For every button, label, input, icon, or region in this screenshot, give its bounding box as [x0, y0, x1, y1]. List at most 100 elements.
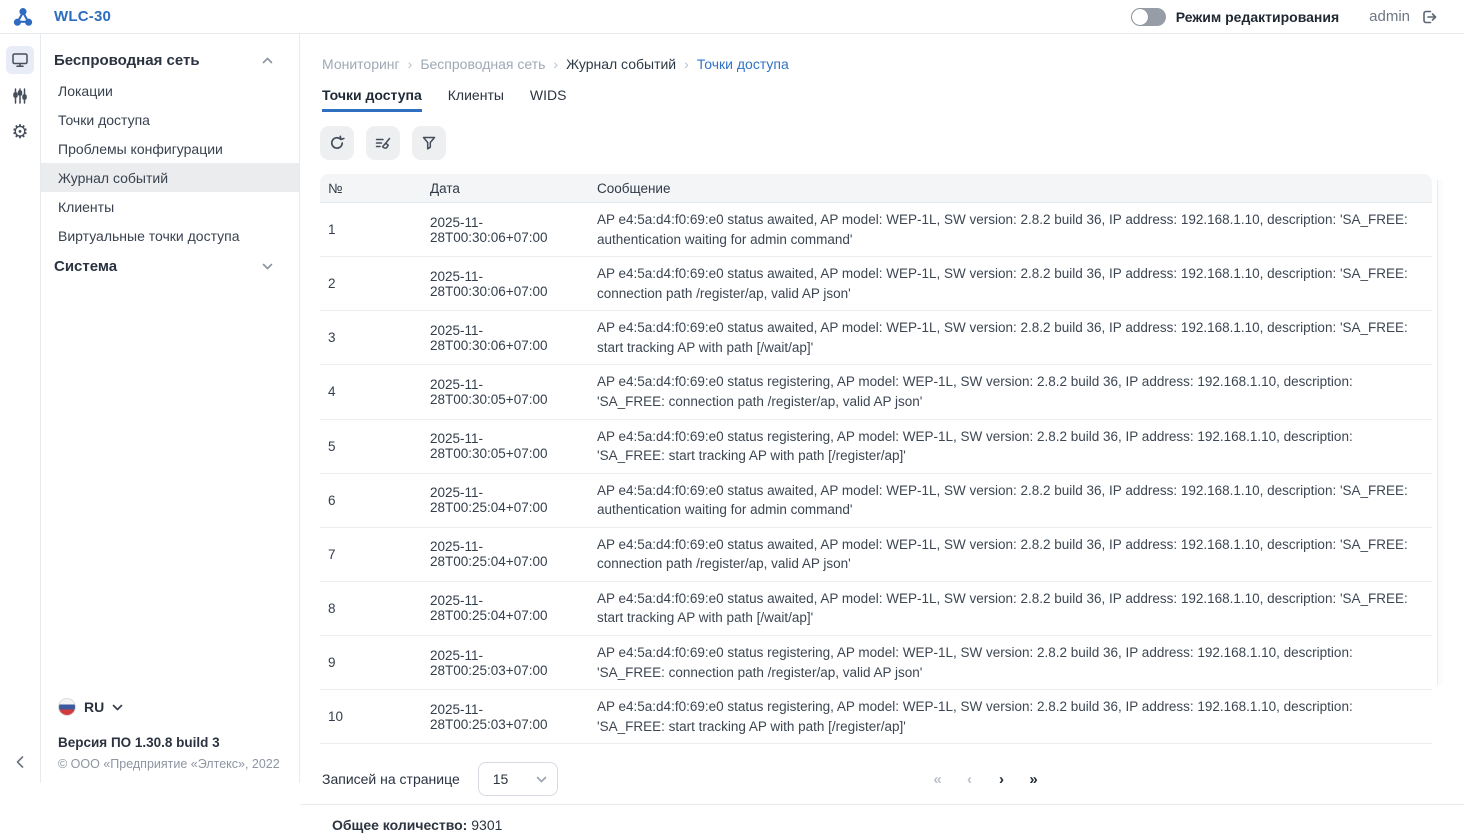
page-size-label: Записей на странице	[322, 771, 460, 787]
breadcrumb-separator: ›	[553, 56, 558, 72]
sidebar-item-label: Точки доступа	[58, 112, 150, 128]
cell-date: 2025-11-28T00:25:03+07:00	[430, 648, 597, 678]
toggle-knob	[1132, 9, 1148, 25]
cell-number: 7	[320, 547, 430, 562]
sidebar-item-clients[interactable]: Клиенты	[41, 192, 299, 221]
total-count-value: 9301	[471, 817, 502, 833]
sidebar-item-event-log[interactable]: Журнал событий	[41, 163, 299, 192]
cell-message: AP e4:5a:d4:f0:69:e0 status registering,…	[597, 420, 1432, 473]
next-page-button[interactable]: ›	[992, 771, 1011, 788]
sidebar-item-label: Локации	[58, 83, 113, 99]
cell-number: 6	[320, 493, 430, 508]
chevron-down-icon	[112, 704, 123, 711]
table-row: 8 2025-11-28T00:25:04+07:00 AP e4:5a:d4:…	[320, 582, 1432, 636]
language-code: RU	[84, 699, 104, 715]
total-count-bar: Общее количество: 9301	[300, 804, 1464, 833]
table-row: 1 2025-11-28T00:30:06+07:00 AP e4:5a:d4:…	[320, 203, 1432, 257]
collapse-sidebar-icon[interactable]	[0, 755, 40, 769]
breadcrumb: Мониторинг › Беспроводная сеть › Журнал …	[322, 56, 1464, 72]
tab-clients[interactable]: Клиенты	[448, 87, 504, 112]
sidebar-item-label: Журнал событий	[58, 170, 168, 186]
breadcrumb-monitoring[interactable]: Мониторинг	[322, 56, 400, 72]
cell-message: AP e4:5a:d4:f0:69:e0 status awaited, AP …	[597, 257, 1432, 310]
table-row: 3 2025-11-28T00:30:06+07:00 AP e4:5a:d4:…	[320, 311, 1432, 365]
cell-message: AP e4:5a:d4:f0:69:e0 status registering,…	[597, 365, 1432, 418]
tab-bar: Точки доступа Клиенты WIDS	[322, 87, 1464, 112]
header-right-group: Режим редактирования admin	[1131, 7, 1464, 27]
language-selector[interactable]: RU	[58, 698, 289, 716]
settings-sliders-icon[interactable]	[6, 82, 34, 110]
cell-message: AP e4:5a:d4:f0:69:e0 status awaited, AP …	[597, 582, 1432, 635]
sidebar-item-locations[interactable]: Локации	[41, 76, 299, 105]
table-row: 9 2025-11-28T00:25:03+07:00 AP e4:5a:d4:…	[320, 636, 1432, 690]
cell-date: 2025-11-28T00:25:04+07:00	[430, 485, 597, 515]
breadcrumb-separator: ›	[408, 56, 413, 72]
sidebar: Беспроводная сеть Локации Точки доступа …	[41, 34, 300, 783]
page-size-select[interactable]: 15	[478, 762, 558, 796]
sidebar-section-wireless[interactable]: Беспроводная сеть	[41, 44, 299, 76]
cell-date: 2025-11-28T00:30:06+07:00	[430, 269, 597, 299]
sidebar-section-label: Система	[54, 258, 117, 275]
cell-number: 4	[320, 384, 430, 399]
sidebar-section-label: Беспроводная сеть	[54, 52, 200, 69]
copyright: © ООО «Предприятие «Элтекс», 2022	[58, 757, 289, 771]
cell-message: AP e4:5a:d4:f0:69:e0 status awaited, AP …	[597, 311, 1432, 364]
cell-number: 10	[320, 709, 430, 724]
chevron-down-icon	[262, 263, 273, 270]
sidebar-item-label: Проблемы конфигурации	[58, 141, 223, 157]
cell-number: 2	[320, 276, 430, 291]
breadcrumb-wireless[interactable]: Беспроводная сеть	[420, 56, 545, 72]
table-row: 6 2025-11-28T00:25:04+07:00 AP e4:5a:d4:…	[320, 474, 1432, 528]
pagination-bar: Записей на странице 15 « ‹ › »	[300, 762, 1464, 796]
table-row: 7 2025-11-28T00:25:04+07:00 AP e4:5a:d4:…	[320, 528, 1432, 582]
filter-button[interactable]	[412, 126, 446, 160]
page-size-value: 15	[493, 771, 536, 787]
sidebar-section-system[interactable]: Система	[41, 250, 299, 282]
cell-date: 2025-11-28T00:30:05+07:00	[430, 377, 597, 407]
table-row: 10 2025-11-28T00:25:03+07:00 AP e4:5a:d4…	[320, 690, 1432, 744]
app-title: WLC-30	[54, 8, 111, 25]
monitoring-icon[interactable]	[6, 46, 34, 74]
cell-message: AP e4:5a:d4:f0:69:e0 status registering,…	[597, 636, 1432, 689]
wlc-app-window: WLC-30 Режим редактирования admin	[0, 0, 1464, 783]
logout-icon[interactable]	[1419, 7, 1439, 27]
gear-icon[interactable]: ⚙	[6, 118, 34, 146]
table-scrollbar[interactable]	[1437, 180, 1443, 685]
sidebar-item-label: Клиенты	[58, 199, 114, 215]
tab-wids[interactable]: WIDS	[530, 87, 567, 112]
breadcrumb-separator: ›	[684, 56, 689, 72]
event-log-table: № Дата Сообщение 1 2025-11-28T00:30:06+0…	[320, 174, 1432, 744]
refresh-button[interactable]	[320, 126, 354, 160]
icon-rail: ⚙	[0, 34, 41, 783]
table-row: 2 2025-11-28T00:30:06+07:00 AP e4:5a:d4:…	[320, 257, 1432, 311]
cell-date: 2025-11-28T00:30:06+07:00	[430, 323, 597, 353]
cell-date: 2025-11-28T00:30:05+07:00	[430, 431, 597, 461]
cell-number: 5	[320, 439, 430, 454]
edit-mode-toggle[interactable]	[1131, 8, 1166, 26]
breadcrumb-access-points[interactable]: Точки доступа	[697, 56, 789, 72]
refresh-icon	[328, 134, 346, 152]
cell-date: 2025-11-28T00:25:04+07:00	[430, 539, 597, 569]
column-header-number: №	[320, 181, 430, 196]
cell-date: 2025-11-28T00:30:06+07:00	[430, 215, 597, 245]
eltex-logo-icon	[13, 7, 33, 27]
sidebar-item-access-points[interactable]: Точки доступа	[41, 105, 299, 134]
broom-lines-icon	[374, 134, 393, 153]
cell-date: 2025-11-28T00:25:03+07:00	[430, 702, 597, 732]
breadcrumb-event-log[interactable]: Журнал событий	[566, 56, 676, 72]
first-page-button[interactable]: «	[928, 771, 947, 788]
column-header-message: Сообщение	[597, 181, 1432, 196]
main-content: Мониторинг › Беспроводная сеть › Журнал …	[300, 34, 1464, 783]
sidebar-item-virtual-aps[interactable]: Виртуальные точки доступа	[41, 221, 299, 250]
prev-page-button[interactable]: ‹	[960, 771, 979, 788]
table-toolbar	[320, 126, 1464, 160]
sidebar-item-config-problems[interactable]: Проблемы конфигурации	[41, 134, 299, 163]
filter-funnel-icon	[420, 134, 438, 152]
cell-message: AP e4:5a:d4:f0:69:e0 status awaited, AP …	[597, 474, 1432, 527]
cell-date: 2025-11-28T00:25:04+07:00	[430, 593, 597, 623]
tab-access-points[interactable]: Точки доступа	[322, 87, 422, 112]
cell-message: AP e4:5a:d4:f0:69:e0 status awaited, AP …	[597, 203, 1432, 256]
clear-filters-button[interactable]	[366, 126, 400, 160]
last-page-button[interactable]: »	[1024, 771, 1043, 788]
table-row: 5 2025-11-28T00:30:05+07:00 AP e4:5a:d4:…	[320, 420, 1432, 474]
